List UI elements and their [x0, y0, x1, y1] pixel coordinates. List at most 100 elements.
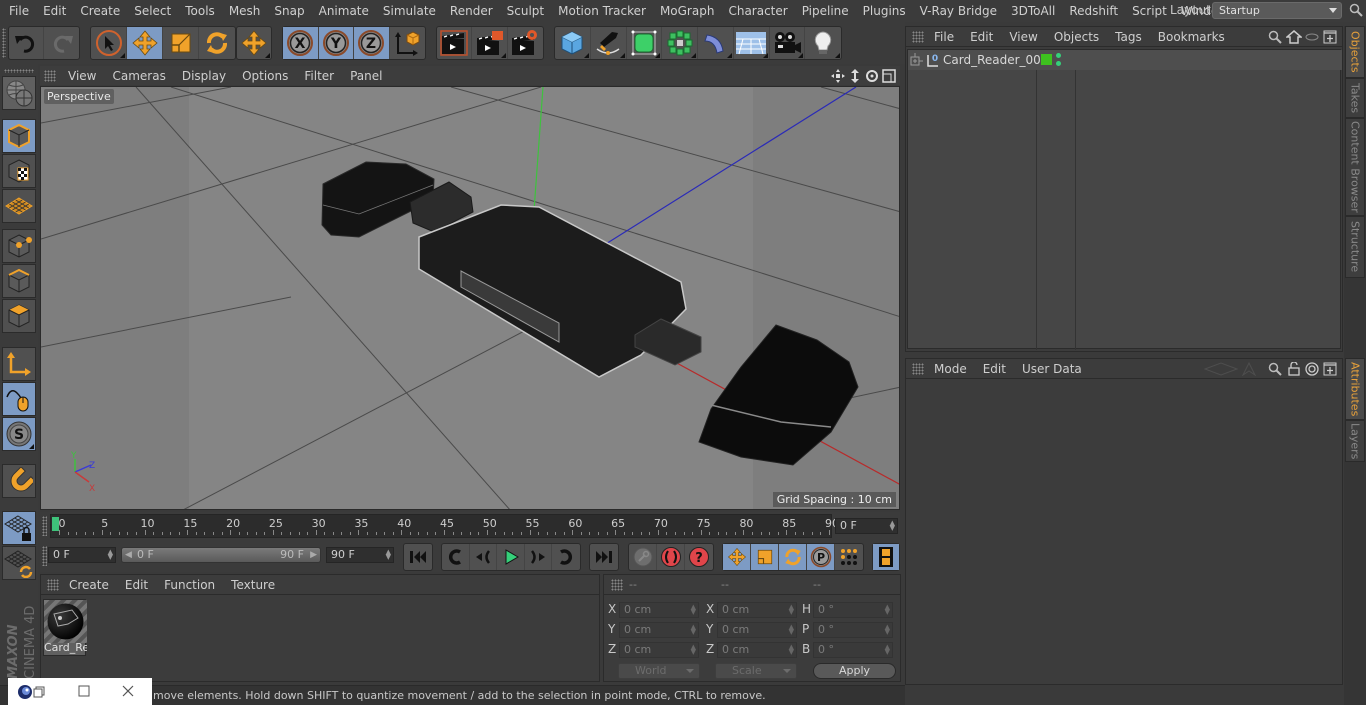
toolbar-grip[interactable]	[2, 28, 6, 58]
coordinate-mode-dropdown[interactable]: World	[618, 663, 700, 679]
coordinate-field[interactable]: 0 cm ▲ ▼	[619, 642, 699, 658]
3d-viewport[interactable]: Y Z X Perspective Grid Spacing : 10 cm	[40, 86, 900, 510]
render-view-button[interactable]	[437, 27, 473, 59]
light-button[interactable]	[805, 27, 841, 59]
coordinate-field[interactable]: 0 ° ▲ ▼	[813, 642, 893, 658]
restore-icon[interactable]	[33, 686, 45, 698]
subdivision-surface-button[interactable]	[627, 27, 663, 59]
maximize-icon[interactable]	[78, 685, 90, 697]
coordinate-field[interactable]: 0 cm ▲ ▼	[717, 642, 797, 658]
move-tool-button[interactable]	[127, 27, 163, 59]
coordinate-system-button[interactable]	[390, 27, 425, 59]
coordinate-field[interactable]: 0 cm ▲ ▼	[717, 602, 797, 618]
menu-snap[interactable]: Snap	[267, 4, 311, 18]
key-scale-button[interactable]	[751, 544, 779, 570]
key-position-button[interactable]	[723, 544, 751, 570]
tab-takes[interactable]: Takes	[1345, 78, 1365, 118]
pen-spline-button[interactable]	[591, 27, 627, 59]
menu-create[interactable]: Create	[73, 4, 127, 18]
menu-mesh[interactable]: Mesh	[222, 4, 268, 18]
solo-button[interactable]: S	[2, 417, 36, 451]
menu-pipeline[interactable]: Pipeline	[795, 4, 856, 18]
material-thumbnail[interactable]: Card_Re	[43, 599, 87, 656]
frame-range-slider[interactable]: ◀ 0 F 90 F ▶	[121, 547, 321, 563]
start-frame-field[interactable]: 0 F ▲ ▼	[48, 547, 116, 563]
viewport-grip[interactable]	[44, 69, 56, 82]
object-menu-tags[interactable]: Tags	[1107, 30, 1150, 44]
coordinate-field[interactable]: 0 cm ▲ ▼	[717, 622, 797, 638]
tab-content-browser[interactable]: Content Browser	[1345, 118, 1365, 216]
coordinate-field[interactable]: 0 cm ▲ ▼	[619, 602, 699, 618]
tweak-mode-button[interactable]	[2, 382, 36, 416]
material-menu-create[interactable]: Create	[61, 578, 117, 592]
back-arrow-icon[interactable]	[1203, 361, 1239, 376]
menu-plugins[interactable]: Plugins	[856, 4, 913, 18]
coordinate-type-dropdown[interactable]: Scale	[715, 663, 797, 679]
apply-button[interactable]: Apply	[813, 663, 896, 679]
redo-button[interactable]	[44, 27, 79, 59]
render-visibility-dot[interactable]	[1056, 61, 1061, 66]
menu-character[interactable]: Character	[721, 4, 794, 18]
attribute-grip[interactable]	[912, 362, 924, 375]
menu-tools[interactable]: Tools	[178, 4, 222, 18]
menu-mograph[interactable]: MoGraph	[653, 4, 722, 18]
material-grip[interactable]	[47, 578, 59, 591]
go-to-start-button[interactable]	[404, 544, 432, 570]
coordinate-field[interactable]: 0 ° ▲ ▼	[813, 622, 893, 638]
current-frame-field[interactable]: 0 F ▲ ▼	[835, 518, 898, 534]
new-panel-icon[interactable]	[1323, 30, 1337, 44]
tab-layers[interactable]: Layers	[1345, 420, 1365, 462]
snap-button[interactable]	[2, 464, 36, 498]
menu-motion-tracker[interactable]: Motion Tracker	[551, 4, 653, 18]
range-left-arrow-icon[interactable]: ◀	[125, 548, 132, 562]
timeline-grip[interactable]	[42, 516, 47, 536]
menu-simulate[interactable]: Simulate	[376, 4, 443, 18]
menu-edit[interactable]: Edit	[36, 4, 73, 18]
rotate-tool-button[interactable]	[199, 27, 235, 59]
next-key-button[interactable]	[552, 544, 580, 570]
object-row[interactable]: 0 Card_Reader_001	[908, 50, 1342, 70]
attribute-menu-user-data[interactable]: User Data	[1014, 362, 1090, 376]
unlock-icon[interactable]	[1287, 361, 1301, 376]
axis-mode-button[interactable]	[2, 347, 36, 381]
viewport-menu-panel[interactable]: Panel	[342, 69, 390, 83]
viewport-menu-view[interactable]: View	[60, 69, 104, 83]
material-menu-function[interactable]: Function	[156, 578, 223, 592]
workplane-lock-button[interactable]	[2, 511, 36, 545]
menu-vray-bridge[interactable]: V-Ray Bridge	[913, 4, 1004, 18]
tab-structure[interactable]: Structure	[1345, 216, 1365, 278]
render-picture-viewer-button[interactable]	[472, 27, 508, 59]
recent-tool-button[interactable]	[237, 27, 271, 59]
coordinates-grip[interactable]	[611, 579, 623, 591]
autokeying-button[interactable]	[657, 544, 685, 570]
play-button[interactable]	[497, 544, 525, 570]
viewport-menu-filter[interactable]: Filter	[296, 69, 342, 83]
go-to-end-button[interactable]	[590, 544, 618, 570]
layout-dropdown[interactable]: Startup	[1212, 2, 1342, 19]
undo-button[interactable]	[9, 27, 45, 59]
coordinate-field[interactable]: 0 cm ▲ ▼	[619, 622, 699, 638]
range-right-arrow-icon[interactable]: ▶	[310, 548, 317, 562]
end-frame-field[interactable]: 90 F ▲ ▼	[326, 547, 394, 563]
menu-file[interactable]: File	[0, 4, 36, 18]
object-menu-bookmarks[interactable]: Bookmarks	[1150, 30, 1233, 44]
menu-select[interactable]: Select	[127, 4, 178, 18]
viewport-menu-display[interactable]: Display	[174, 69, 234, 83]
workplane-align-button[interactable]	[2, 546, 36, 580]
texture-mode-button[interactable]	[2, 154, 36, 188]
object-menu-file[interactable]: File	[926, 30, 962, 44]
menu-script[interactable]: Script	[1125, 4, 1174, 18]
viewport-pan-icon[interactable]	[831, 68, 845, 83]
close-icon[interactable]	[122, 685, 134, 697]
object-menu-view[interactable]: View	[1001, 30, 1045, 44]
floor-button[interactable]	[734, 27, 770, 59]
key-parameter-button[interactable]: P	[807, 544, 835, 570]
timeline-window-button[interactable]	[873, 544, 899, 570]
key-point-level-button[interactable]	[835, 544, 863, 570]
scale-tool-button[interactable]	[163, 27, 199, 59]
filter-oval-icon[interactable]	[1305, 30, 1319, 44]
attribute-menu-edit[interactable]: Edit	[975, 362, 1014, 376]
viewport-menu-cameras[interactable]: Cameras	[104, 69, 173, 83]
menu-animate[interactable]: Animate	[312, 4, 376, 18]
new-panel-icon[interactable]	[1323, 362, 1337, 376]
